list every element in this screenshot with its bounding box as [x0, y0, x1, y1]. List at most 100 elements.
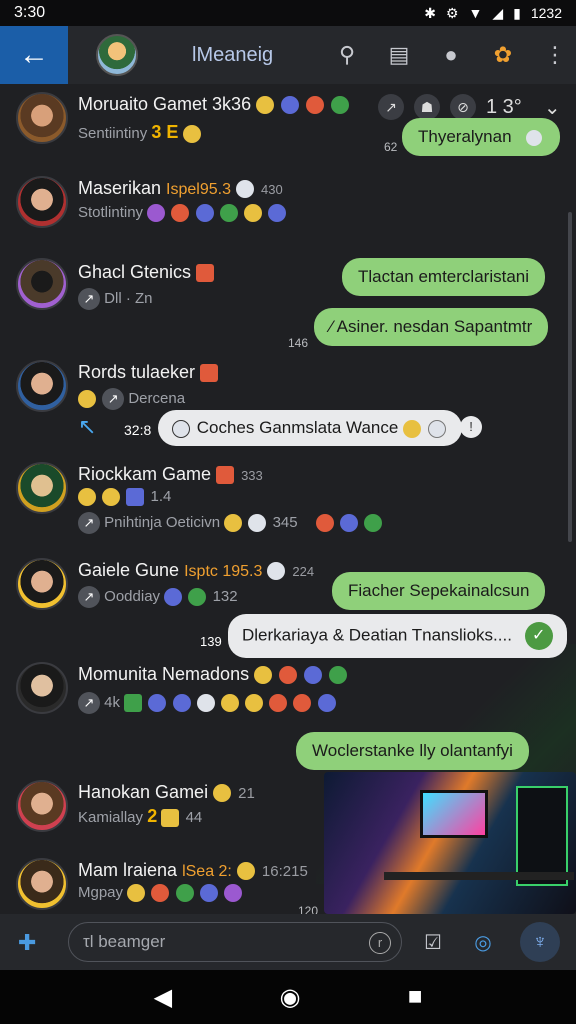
pin-icon: ↗: [78, 512, 100, 534]
chat-status: Mgpay: [78, 884, 124, 901]
emoji-icon: [196, 694, 215, 712]
message-bubble[interactable]: Woclerstanke lly olantanfyi: [296, 732, 529, 770]
chat-badge: 2: [147, 806, 158, 826]
page-title: lMeaneig: [192, 43, 274, 66]
emoji-icon: [172, 694, 191, 712]
emoji-icon: [364, 514, 383, 532]
chat-tag: lSea 2:: [182, 863, 232, 880]
gaming-setup-photo[interactable]: [324, 772, 576, 914]
emoji-icon: [219, 204, 238, 223]
avatar[interactable]: [16, 662, 68, 714]
message-bubble[interactable]: Fiacher Sepekainalcsun: [332, 572, 546, 610]
emoji-icon: [248, 514, 267, 532]
message-bubble[interactable]: Thyeralynan: [402, 118, 561, 156]
emoji-icon: [126, 488, 145, 507]
emoji-icon: [317, 694, 336, 712]
emoji-icon: [269, 694, 288, 712]
emoji-icon: [188, 588, 207, 606]
flag-icon: [196, 264, 215, 283]
status-bar: 3:30 ✱ ⚙ ▼ ◢ ▮ 1232: [0, 0, 576, 26]
chat-count: 44: [185, 809, 203, 826]
game-icon: [306, 96, 325, 115]
compose-bar: ✚ τl beamger r ☑ ◎ ♆: [0, 914, 576, 970]
message-bubble[interactable]: Coches Ganmslata Wance: [158, 410, 462, 446]
camera-icon[interactable]: ◎: [470, 930, 496, 955]
info-icon[interactable]: !: [460, 416, 482, 438]
emoji-icon: [151, 884, 170, 903]
avatar[interactable]: [16, 462, 68, 514]
emoji-icon: [127, 884, 146, 903]
avatar[interactable]: [16, 92, 68, 144]
message-time: 32:8: [124, 422, 152, 438]
emoji-icon: [245, 694, 264, 712]
emoji-icon: [339, 514, 358, 532]
emoji-icon: [199, 884, 218, 903]
back-button[interactable]: ←: [0, 26, 68, 84]
chat-name: Hanokan Gamei: [78, 782, 209, 802]
emoji-icon: [175, 884, 194, 903]
check-icon: ✓: [524, 622, 553, 650]
message-time: 139: [200, 634, 222, 649]
desk-image: [384, 872, 574, 880]
pin-icon: ↗: [78, 586, 100, 608]
microphone-icon[interactable]: ♆: [520, 922, 560, 962]
emoji-icon: [213, 784, 232, 803]
attachment-icon[interactable]: ✚: [18, 930, 36, 956]
more-vert-icon[interactable]: ⋮: [542, 42, 568, 68]
emoji-icon: [102, 488, 121, 507]
pc-tower-image: [516, 786, 568, 886]
building-icon: [200, 364, 219, 383]
chat-time: 1 3°: [486, 95, 522, 118]
mute-icon[interactable]: ⊘: [450, 94, 476, 120]
chat-name: Moruaito Gamet 3k36: [78, 94, 252, 114]
read-receipt-icon: [526, 129, 543, 146]
avatar[interactable]: [16, 176, 68, 228]
app-bar: ← lMeaneig ⚲ ▤ ● ✿ ⋮: [0, 26, 576, 84]
emoji-icon: [124, 694, 143, 712]
arrow-left-icon: ←: [19, 38, 49, 71]
chat-count: 345: [272, 513, 298, 531]
wifi-icon: ▼: [468, 5, 483, 21]
message-bubble[interactable]: Dlerkariaya & Deatian Tnanslioks.... ✓: [228, 614, 567, 658]
battery-icon: ▮: [513, 4, 521, 21]
status-time: 3:30: [14, 4, 46, 21]
message-time: 146: [288, 336, 309, 350]
emoji-icon: [243, 204, 262, 223]
runner-icon: [281, 96, 300, 115]
chat-list[interactable]: Moruaito Gamet 3k36 Sentiintiny 3 E ↗ ☗ …: [0, 84, 576, 914]
avatar[interactable]: [16, 360, 68, 412]
settings-status-icon: ⚙: [445, 4, 459, 21]
group-icon[interactable]: ☗: [414, 94, 440, 120]
chat-name: Maserikan: [78, 178, 162, 198]
chat-tag: Isptc 195.3: [184, 563, 263, 580]
chat-badge: 3 E: [151, 122, 179, 142]
message-bubble[interactable]: Tlactan emterclaristani: [342, 258, 546, 296]
message-time: 120: [298, 904, 319, 914]
scrollbar[interactable]: [568, 212, 572, 542]
pin-icon[interactable]: ↗: [378, 94, 404, 120]
flag-icon: [216, 466, 235, 485]
game-badge-icon[interactable]: ✿: [490, 42, 516, 68]
chevron-down-icon[interactable]: ⌄: [544, 95, 561, 120]
avatar[interactable]: [16, 258, 68, 310]
smile-icon: [182, 125, 201, 144]
back-nav-icon[interactable]: ◀: [154, 983, 172, 1012]
check-icon: [427, 419, 446, 438]
chat-bubble-icon[interactable]: ●: [438, 42, 464, 68]
chat-name: Ghacl Gtenics: [78, 262, 192, 282]
emoji-picker-icon[interactable]: r: [369, 932, 391, 954]
message-input[interactable]: τl beamger r: [68, 922, 402, 962]
home-nav-icon[interactable]: ◉: [280, 983, 301, 1012]
emoji-icon: [195, 204, 214, 223]
avatar[interactable]: [16, 858, 68, 910]
chat-name: Rords tulaeker: [78, 362, 196, 382]
document-icon[interactable]: ▤: [386, 42, 412, 68]
profile-avatar[interactable]: [96, 34, 138, 76]
avatar[interactable]: [16, 780, 68, 832]
recents-nav-icon[interactable]: ■: [408, 983, 423, 1011]
avatar[interactable]: [16, 558, 68, 610]
checkbox-icon[interactable]: ☑: [420, 930, 446, 955]
chat-count: 4k: [104, 693, 121, 711]
search-icon[interactable]: ⚲: [334, 42, 360, 68]
message-bubble[interactable]: ⁄ Asiner. nesdan Sapantmtr: [314, 308, 549, 346]
